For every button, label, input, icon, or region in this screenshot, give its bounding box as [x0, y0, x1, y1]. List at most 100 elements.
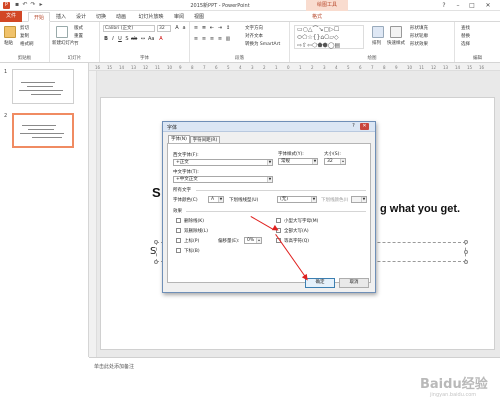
western-font-select[interactable]: +正文 ▼	[173, 159, 273, 166]
quick-styles-button[interactable]: 快速样式	[387, 40, 405, 46]
new-slide-button[interactable]: 新建幻灯片	[52, 40, 75, 46]
tab-insert[interactable]: 插入	[52, 12, 70, 22]
western-font-value: +正文	[176, 160, 189, 165]
redo-icon[interactable]: ↷	[30, 2, 36, 8]
change-case-icon[interactable]: Aa	[148, 36, 154, 42]
spinner-icon[interactable]: ▴	[340, 159, 345, 164]
shrink-font-icon[interactable]: a	[181, 25, 187, 31]
numbering-icon[interactable]: ≣	[201, 25, 207, 31]
resize-handle[interactable]	[464, 250, 468, 254]
offset-input[interactable]: 0% ▴	[244, 237, 262, 244]
tab-file[interactable]: 文件	[0, 11, 22, 22]
ruler-tick: 1	[275, 65, 278, 70]
line-spacing-icon[interactable]: ↕	[225, 25, 231, 31]
dialog-title-bar[interactable]: 字体 ? ✕	[163, 122, 375, 132]
select-button[interactable]: 选择	[461, 41, 470, 47]
resize-handle[interactable]	[154, 260, 158, 264]
shape-fill-button[interactable]: 形状填充	[410, 25, 428, 31]
small-caps-checkbox[interactable]	[276, 218, 281, 223]
shadow-icon[interactable]: S	[124, 36, 130, 42]
tab-animations[interactable]: 动画	[112, 12, 130, 22]
double-strikethrough-checkbox[interactable]	[176, 228, 181, 233]
bullets-icon[interactable]: ≡	[193, 25, 199, 31]
justify-icon[interactable]: ≡	[217, 36, 223, 42]
strikethrough-checkbox[interactable]	[176, 218, 181, 223]
align-right-icon[interactable]: ≡	[209, 36, 215, 42]
decrease-indent-icon[interactable]: ⇤	[209, 25, 215, 31]
font-style-select[interactable]: 常规 ▼	[278, 158, 318, 165]
help-icon[interactable]: ?	[438, 1, 450, 10]
underline-style-select[interactable]: (无) ▼	[277, 196, 317, 203]
grow-font-icon[interactable]: A	[174, 25, 180, 31]
font-color-picker[interactable]: A ▼	[208, 196, 224, 203]
ok-button[interactable]: 确定	[305, 278, 335, 288]
reset-button[interactable]: 重置	[74, 33, 83, 39]
increase-indent-icon[interactable]: ⇥	[217, 25, 223, 31]
shape-effects-button[interactable]: 形状效果	[410, 41, 428, 47]
smartart-button[interactable]: 转换为 SmartArt	[245, 41, 280, 47]
new-slide-icon[interactable]	[56, 26, 68, 38]
align-center-icon[interactable]: ≡	[201, 36, 207, 42]
font-size-box[interactable]: 32	[157, 25, 171, 32]
align-text-button[interactable]: 对齐文本	[245, 33, 263, 39]
italic-icon[interactable]: I	[110, 36, 116, 42]
slide-thumbnail-2[interactable]	[12, 113, 74, 148]
arrange-icon[interactable]	[372, 26, 384, 38]
quick-styles-icon[interactable]	[390, 26, 402, 38]
dialog-help-icon[interactable]: ?	[349, 123, 358, 130]
format-painter-button[interactable]: 格式刷	[20, 41, 34, 47]
size-input[interactable]: 32 ▴	[324, 158, 346, 165]
font-name-box[interactable]: Calibri (正文)	[103, 25, 155, 32]
bold-icon[interactable]: B	[103, 36, 109, 42]
spinner-icon[interactable]: ▴	[256, 238, 261, 243]
undo-icon[interactable]: ↶	[22, 2, 28, 8]
tab-format[interactable]: 格式	[306, 12, 328, 22]
underline-color-picker[interactable]: ▼	[351, 196, 367, 203]
start-slideshow-icon[interactable]: ▸	[38, 2, 44, 8]
save-icon[interactable]: ▪	[14, 2, 20, 8]
slide-title-text-right[interactable]: g what you get.	[380, 203, 460, 215]
find-button[interactable]: 查找	[461, 25, 470, 31]
copy-button[interactable]: 复制	[20, 33, 29, 39]
cancel-button[interactable]: 取消	[339, 278, 369, 288]
tab-view[interactable]: 视图	[190, 12, 208, 22]
ruler-tick: 7	[371, 65, 374, 70]
underline-icon[interactable]: U	[117, 36, 123, 42]
tab-transitions[interactable]: 切换	[92, 12, 110, 22]
dialog-close-icon[interactable]: ✕	[360, 123, 369, 130]
shape-outline-button[interactable]: 形状轮廓	[410, 33, 428, 39]
slide-thumbnail-1[interactable]	[12, 69, 74, 104]
paste-button[interactable]: 粘贴	[4, 40, 13, 46]
section-button[interactable]: 节	[74, 41, 79, 47]
cut-button[interactable]: 剪切	[20, 25, 29, 31]
paste-icon[interactable]	[4, 26, 16, 38]
align-left-icon[interactable]: ≡	[193, 36, 199, 42]
resize-handle[interactable]	[464, 240, 468, 244]
minimize-icon[interactable]: –	[452, 1, 464, 10]
asian-font-select[interactable]: +中文正文 ▼	[173, 176, 273, 183]
tab-home[interactable]: 开始	[28, 12, 50, 22]
tab-review[interactable]: 审阅	[170, 12, 188, 22]
layout-button[interactable]: 版式	[74, 25, 83, 31]
ruler-tick: 2	[311, 65, 314, 70]
resize-handle[interactable]	[154, 240, 158, 244]
tab-design[interactable]: 设计	[72, 12, 90, 22]
font-color-icon[interactable]: A	[158, 36, 164, 42]
equalize-height-label: 等高字符(Q)	[284, 239, 310, 244]
maximize-icon[interactable]: □	[466, 1, 478, 10]
arrange-button[interactable]: 排列	[372, 40, 381, 46]
char-spacing-icon[interactable]: ↔	[140, 36, 146, 42]
shapes-gallery[interactable]: ▭○△⌒↘▢▷☐ ⬭⬠☆{}⌂⎔▱◇ ⇨⇧⇦⬡⬟⬢◯▤	[294, 25, 364, 49]
close-icon[interactable]: ✕	[482, 1, 494, 10]
slide-title-text[interactable]: S	[152, 185, 161, 200]
all-text-label: 所有文字	[173, 188, 191, 193]
tab-slideshow[interactable]: 幻灯片放映	[134, 12, 168, 22]
ruler-tick: 2	[263, 65, 266, 70]
strikethrough-icon[interactable]: ab	[131, 36, 137, 42]
columns-icon[interactable]: ▥	[225, 36, 231, 42]
resize-handle[interactable]	[464, 260, 468, 264]
subscript-checkbox[interactable]	[176, 248, 181, 253]
replace-button[interactable]: 替换	[461, 33, 470, 39]
superscript-checkbox[interactable]	[176, 238, 181, 243]
text-direction-button[interactable]: 文字方向	[245, 25, 263, 31]
